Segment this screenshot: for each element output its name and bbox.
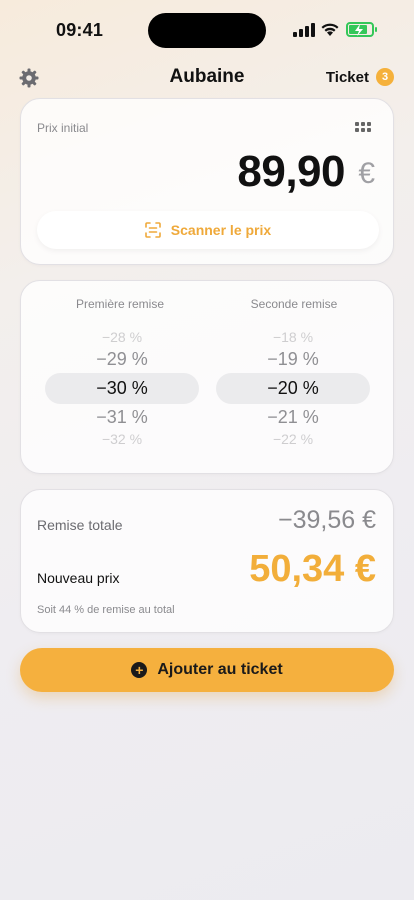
dynamic-island [148, 13, 266, 48]
plus-icon: + [131, 662, 148, 678]
scan-price-button[interactable]: Scanner le prix [37, 211, 379, 249]
grid-icon[interactable] [355, 122, 371, 134]
total-discount-label: Remise totale [37, 517, 123, 533]
new-price-label: Nouveau prix [37, 570, 120, 586]
ticket-label: Ticket [325, 68, 369, 86]
total-discount-note: Soit 44 % de remise au total [37, 604, 175, 616]
second-discount-option[interactable]: −19 % [216, 349, 370, 370]
currency-symbol: € [358, 157, 375, 190]
discount-picker-card: Première remise Seconde remise −28 % −29… [20, 280, 394, 474]
price-label: Prix initial [37, 121, 89, 135]
second-discount-option[interactable]: −21 % [216, 407, 370, 428]
scan-price-label: Scanner le prix [170, 222, 272, 238]
price-card: Prix initial 89,90 € Scanner le prix [20, 98, 394, 265]
wifi-icon [321, 23, 339, 36]
ticket-count-badge: 3 [376, 68, 394, 86]
new-price-value: 50,34 € [249, 548, 376, 590]
first-discount-header: Première remise [75, 297, 165, 311]
first-discount-option[interactable]: −31 % [45, 407, 199, 428]
nav-bar: Aubaine Ticket 3 [0, 60, 414, 96]
second-discount-header: Seconde remise [250, 297, 338, 311]
second-discount-selected[interactable]: −20 % [216, 378, 370, 399]
first-discount-option[interactable]: −28 % [45, 329, 199, 345]
add-to-ticket-button[interactable]: + Ajouter au ticket [20, 648, 394, 692]
totals-card: Remise totale −39,56 € Nouveau prix 50,3… [20, 489, 394, 633]
second-discount-option[interactable]: −18 % [216, 329, 370, 345]
second-discount-option[interactable]: −22 % [216, 431, 370, 447]
initial-price[interactable]: 89,90 [237, 147, 345, 197]
status-time: 09:41 [56, 20, 104, 40]
first-discount-option[interactable]: −32 % [45, 431, 199, 447]
ticket-button[interactable]: Ticket 3 [326, 68, 394, 86]
total-discount-value: −39,56 € [277, 506, 376, 534]
first-discount-option[interactable]: −29 % [45, 349, 199, 370]
scan-icon [144, 222, 161, 238]
status-bar: 09:41 [0, 0, 414, 60]
battery-icon [346, 22, 377, 37]
first-discount-selected[interactable]: −30 % [45, 378, 199, 399]
signal-icon [293, 23, 315, 37]
add-to-ticket-label: Ajouter au ticket [157, 661, 283, 678]
